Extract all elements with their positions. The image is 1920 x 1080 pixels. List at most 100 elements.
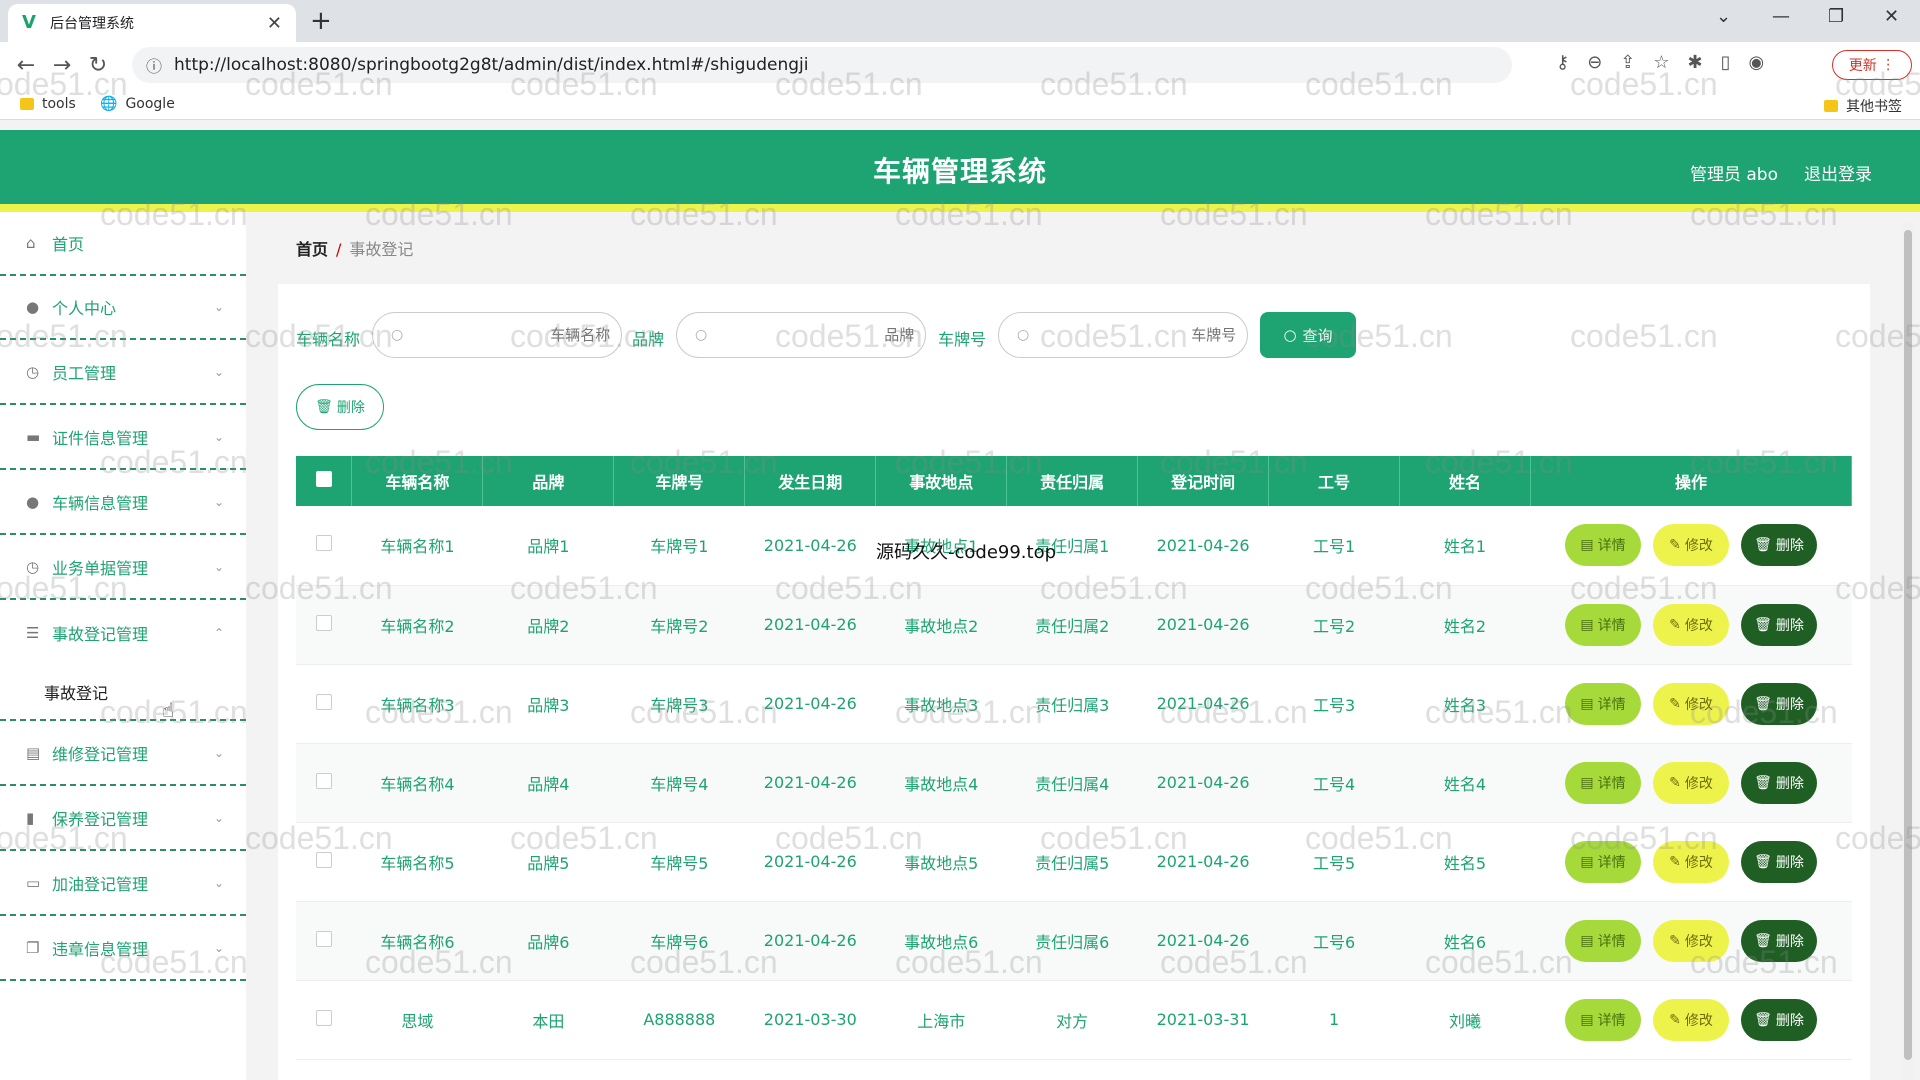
delete-button[interactable]: 🗑 删除 <box>1740 919 1817 962</box>
delete-button[interactable]: 🗑 删除 <box>1740 682 1817 725</box>
query-button[interactable]: ○ 查询 <box>1260 312 1356 358</box>
key-icon[interactable]: ⚷ <box>1556 52 1569 73</box>
restore-icon[interactable]: ❐ <box>1828 6 1844 27</box>
detail-button[interactable]: ▤ 详情 <box>1564 524 1641 567</box>
table-cell: 2021-03-30 <box>744 980 876 1060</box>
delete-button[interactable]: 🗑 删除 <box>1740 603 1817 646</box>
sidebar-subitem-accident-register[interactable]: 事故登记 <box>0 665 246 721</box>
detail-button[interactable]: ▤ 详情 <box>1564 840 1641 883</box>
batch-delete-button[interactable]: 🗑 删除 <box>296 384 384 430</box>
select-all-checkbox[interactable] <box>296 456 353 506</box>
update-button[interactable]: 更新 ⋮ <box>1832 50 1912 80</box>
delete-button[interactable]: 🗑 删除 <box>1740 840 1817 883</box>
delete-button[interactable]: 🗑 删除 <box>1740 524 1817 567</box>
url-bar[interactable]: ⓘ http://localhost:8080/springbootg2g8t/… <box>132 47 1512 83</box>
row-checkbox[interactable] <box>296 506 352 586</box>
scroll-thumb[interactable] <box>1904 230 1912 1060</box>
detail-button[interactable]: ▤ 详情 <box>1564 682 1641 725</box>
window-close-icon[interactable]: ✕ <box>1884 6 1899 27</box>
bookmark-google[interactable]: 🌐 Google <box>100 96 175 112</box>
clock-icon: ◷ <box>26 558 40 576</box>
sidebar-item-employee[interactable]: ◷ 员工管理 ⌄ <box>0 341 246 405</box>
bookmarks-bar: tools 🌐 Google 其他书签 <box>0 88 1920 120</box>
sidebar-item-accident[interactable]: ☰ 事故登记管理 ⌃ <box>0 601 246 665</box>
row-checkbox[interactable] <box>296 585 352 665</box>
printer-icon: ▤ <box>26 744 41 762</box>
sidebar-item-vehicle[interactable]: ● 车辆信息管理 ⌄ <box>0 471 246 535</box>
sidebar-item-repair[interactable]: ▤ 维修登记管理 ⌄ <box>0 722 246 786</box>
header-accent-line <box>0 204 1920 212</box>
doc-icon: ▤ <box>1580 537 1594 554</box>
globe-icon: 🌐 <box>100 96 118 112</box>
sidebar-item-certificate[interactable]: ▬ 证件信息管理 ⌄ <box>0 406 246 470</box>
bookmark-other[interactable]: 其他书签 <box>1824 96 1902 116</box>
new-tab-icon[interactable]: + <box>310 6 332 36</box>
chevron-down-icon: ⌄ <box>213 941 224 955</box>
chat-icon: ▭ <box>26 874 41 892</box>
delete-button[interactable]: 🗑 删除 <box>1740 761 1817 804</box>
table-cell: 车辆名称5 <box>351 822 483 902</box>
close-icon[interactable]: ✕ <box>267 13 282 34</box>
detail-button[interactable]: ▤ 详情 <box>1564 998 1641 1041</box>
bookmark-tools[interactable]: tools <box>20 96 76 112</box>
pencil-icon: ✎ <box>1669 616 1681 633</box>
row-actions: ▤ 详情 ✎ 修改 🗑 删除 <box>1530 664 1852 744</box>
sidebar-item-fuel[interactable]: ▭ 加油登记管理 ⌄ <box>0 852 246 916</box>
row-checkbox[interactable] <box>296 743 352 823</box>
edit-button[interactable]: ✎ 修改 <box>1652 761 1729 804</box>
star-icon[interactable]: ☆ <box>1653 52 1669 73</box>
edit-button[interactable]: ✎ 修改 <box>1652 603 1729 646</box>
chevron-down-icon: ⌄ <box>213 876 224 890</box>
page-scrollbar[interactable] <box>1902 222 1914 1080</box>
browser-tab[interactable]: V 后台管理系统 ✕ <box>8 4 296 42</box>
reload-icon[interactable]: ↻ <box>80 53 116 78</box>
chevron-down-icon: ⌄ <box>213 365 224 379</box>
column-header: 品牌 <box>482 456 615 506</box>
detail-button[interactable]: ▤ 详情 <box>1564 603 1641 646</box>
chevron-down-icon[interactable]: ⌄ <box>1716 6 1731 27</box>
row-checkbox[interactable] <box>296 980 352 1060</box>
edit-button[interactable]: ✎ 修改 <box>1652 840 1729 883</box>
row-checkbox[interactable] <box>296 901 352 981</box>
sidebar-item-personal-center[interactable]: ● 个人中心 ⌄ <box>0 276 246 340</box>
user-icon: ● <box>26 493 40 511</box>
trash-icon: 🗑 <box>1754 695 1772 712</box>
detail-button[interactable]: ▤ 详情 <box>1564 919 1641 962</box>
sidebar-item-home[interactable]: ⌂ 首页 <box>0 212 246 276</box>
edit-button[interactable]: ✎ 修改 <box>1652 682 1729 725</box>
detail-button[interactable]: ▤ 详情 <box>1564 761 1641 804</box>
row-checkbox[interactable] <box>296 822 352 902</box>
edit-button[interactable]: ✎ 修改 <box>1652 998 1729 1041</box>
extensions-icon[interactable]: ✱ <box>1688 52 1703 73</box>
breadcrumb-home[interactable]: 首页 <box>296 240 328 259</box>
table-cell: 责任归属2 <box>1006 585 1138 665</box>
plate-input[interactable] <box>1037 326 1237 344</box>
folder-icon <box>1824 100 1838 112</box>
share-icon[interactable]: ⇪ <box>1620 52 1635 73</box>
sidepanel-icon[interactable]: ▯ <box>1721 52 1731 73</box>
edit-button[interactable]: ✎ 修改 <box>1652 524 1729 567</box>
column-header: 工号 <box>1268 456 1401 506</box>
sidebar-item-maintenance[interactable]: ▮ 保养登记管理 ⌄ <box>0 787 246 851</box>
search-input-vehicle-name[interactable]: ○ <box>372 312 622 358</box>
row-actions: ▤ 详情 ✎ 修改 🗑 删除 <box>1530 901 1852 981</box>
back-icon[interactable]: ← <box>8 53 44 78</box>
vehicle-name-input[interactable] <box>411 326 611 344</box>
info-icon[interactable]: ⓘ <box>146 53 162 77</box>
edit-button[interactable]: ✎ 修改 <box>1652 919 1729 962</box>
logout-link[interactable]: 退出登录 <box>1804 160 1872 185</box>
table-cell: 1 <box>1268 980 1400 1060</box>
sidebar-item-business[interactable]: ◷ 业务单据管理 ⌄ <box>0 536 246 600</box>
minimize-icon[interactable]: — <box>1772 6 1790 27</box>
row-checkbox[interactable] <box>296 664 352 744</box>
brand-input[interactable] <box>715 326 915 344</box>
search-input-brand[interactable]: ○ <box>676 312 926 358</box>
profile-icon[interactable]: ◉ <box>1749 52 1765 73</box>
table-cell: 事故地点5 <box>875 822 1007 902</box>
forward-icon[interactable]: → <box>44 53 80 78</box>
search-input-plate[interactable]: ○ <box>998 312 1248 358</box>
zoom-icon[interactable]: ⊖ <box>1587 52 1602 73</box>
delete-button[interactable]: 🗑 删除 <box>1740 998 1817 1041</box>
sidebar-item-violation[interactable]: ❐ 违章信息管理 ⌄ <box>0 917 246 981</box>
column-header: 登记时间 <box>1137 456 1270 506</box>
